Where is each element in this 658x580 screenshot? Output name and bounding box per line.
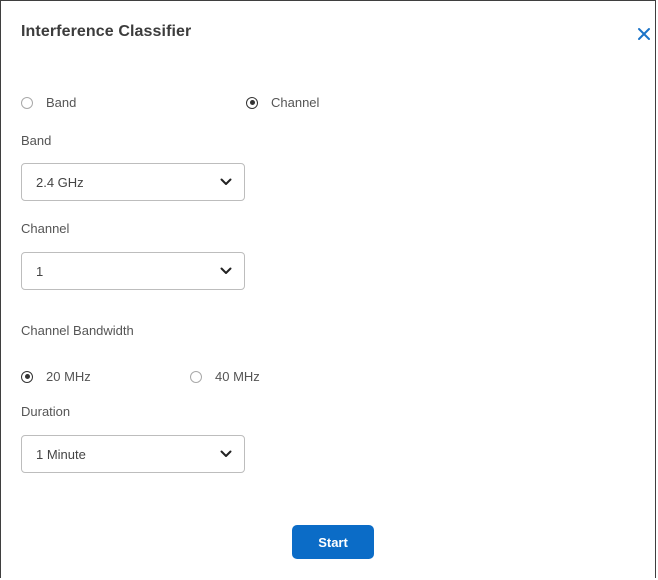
channel-bandwidth-label: Channel Bandwidth — [21, 323, 134, 338]
radio-circle — [246, 96, 258, 109]
radio-circle — [21, 370, 33, 383]
radio-circle — [21, 96, 33, 109]
close-icon[interactable] — [635, 25, 653, 43]
channel-label: Channel — [21, 221, 70, 236]
dialog-title: Interference Classifier — [21, 23, 192, 40]
interference-classifier-dialog: Interference Classifier Band Channel Ban… — [0, 0, 656, 578]
duration-label: Duration — [21, 404, 71, 419]
duration-select-value: 1 Minute — [36, 447, 86, 462]
channel-select-value: 1 — [36, 264, 44, 279]
chevron-down-icon — [220, 450, 232, 457]
radio-40mhz-label: 40 MHz — [215, 369, 260, 384]
radio-40mhz[interactable]: 40 MHz — [190, 369, 260, 384]
start-button[interactable]: Start — [292, 525, 374, 559]
radio-band[interactable]: Band — [21, 95, 76, 110]
radio-channel[interactable]: Channel — [246, 95, 319, 110]
radio-20mhz[interactable]: 20 MHz — [21, 369, 91, 384]
duration-select[interactable]: 1 Minute — [21, 435, 245, 473]
channel-select[interactable]: 1 — [21, 252, 245, 290]
chevron-down-icon — [220, 267, 232, 274]
band-select-value: 2.4 GHz — [36, 175, 84, 190]
radio-channel-label: Channel — [271, 95, 320, 110]
band-label: Band — [21, 133, 52, 148]
radio-20mhz-label: 20 MHz — [46, 369, 91, 384]
band-select[interactable]: 2.4 GHz — [21, 163, 245, 201]
chevron-down-icon — [220, 178, 232, 185]
radio-circle — [190, 370, 202, 383]
radio-band-label: Band — [46, 95, 77, 110]
